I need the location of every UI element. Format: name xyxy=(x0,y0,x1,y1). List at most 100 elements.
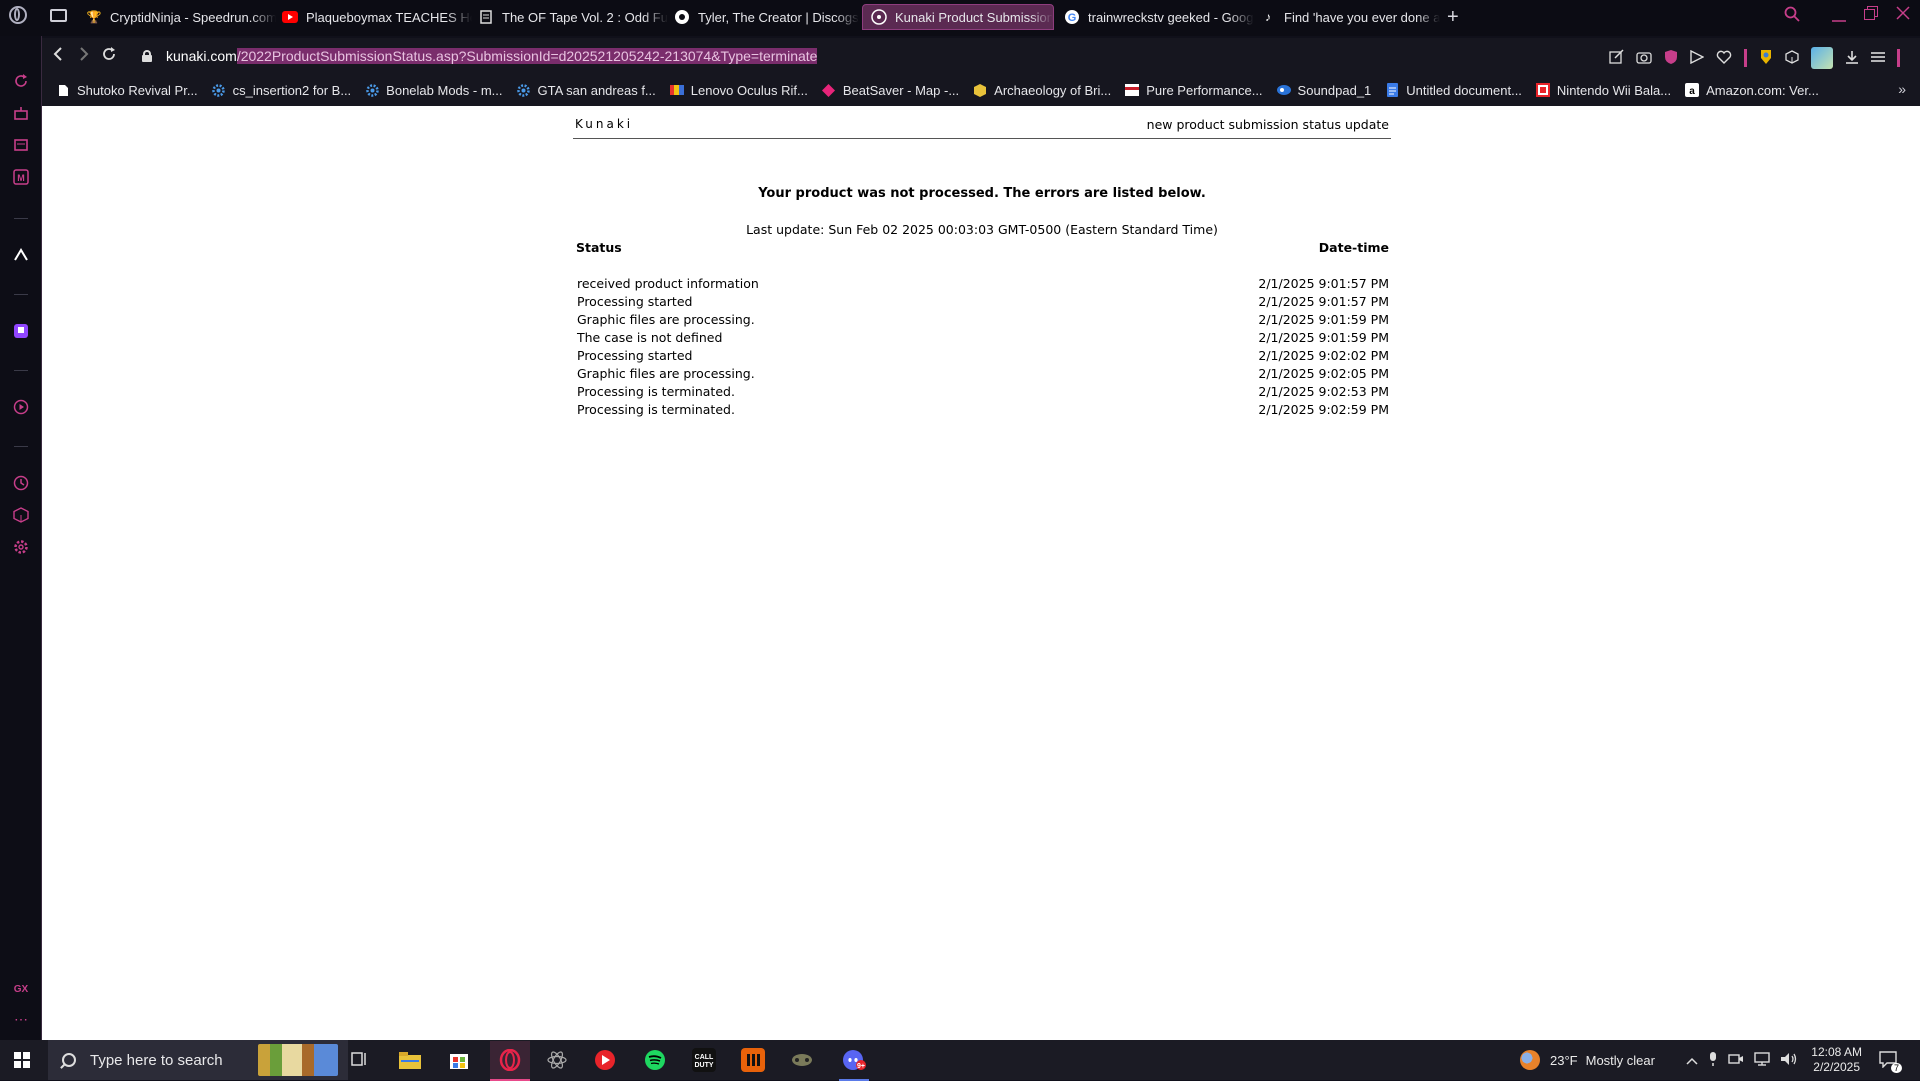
amazon-icon: a xyxy=(1685,83,1700,97)
tab-islands-icon[interactable] xyxy=(50,9,67,22)
call-of-duty-icon[interactable]: CALL DUTY xyxy=(692,1048,716,1072)
youtube-music-icon[interactable] xyxy=(593,1048,617,1072)
black-ops-icon[interactable] xyxy=(741,1048,765,1072)
temperature: 23°F xyxy=(1550,1052,1578,1068)
history-icon[interactable] xyxy=(12,474,30,492)
extension-badge-icon[interactable] xyxy=(1759,49,1773,68)
tab-tiktok[interactable]: ♪ Find 'have you ever done a xyxy=(1260,4,1440,30)
taskbar-clock[interactable]: 12:08 AM 2/2/2025 xyxy=(1811,1045,1862,1075)
bookmark-item[interactable]: a Amazon.com: Ver... xyxy=(1685,83,1819,98)
opera-gx-logo-icon[interactable] xyxy=(9,6,27,24)
reload-button[interactable] xyxy=(102,47,116,66)
sidebar-more-icon[interactable]: ⋯ xyxy=(12,1010,30,1028)
tab-kunaki[interactable]: Kunaki Product Submission xyxy=(862,4,1054,30)
tab-odd-future[interactable]: The OF Tape Vol. 2 : Odd Future xyxy=(478,4,668,30)
nintendo-icon xyxy=(1535,83,1550,97)
microphone-icon[interactable] xyxy=(1708,1051,1718,1070)
tab-youtube[interactable]: Plaqueboymax TEACHES How To Make xyxy=(282,4,472,30)
system-tray xyxy=(1686,1040,1798,1080)
bookmark-item[interactable]: Shutoko Revival Pr... xyxy=(56,83,198,98)
discogs-icon xyxy=(674,9,690,25)
camera-tray-icon[interactable] xyxy=(1728,1052,1744,1069)
menu-icon[interactable] xyxy=(1871,50,1885,66)
bookmark-item[interactable]: Untitled document... xyxy=(1385,83,1522,98)
svg-text:CALL: CALL xyxy=(695,1054,714,1061)
vpn-shield-icon[interactable] xyxy=(1664,49,1678,68)
download-icon[interactable] xyxy=(1845,50,1859,67)
error-message: Your product was not processed. The erro… xyxy=(758,186,1206,201)
svg-text:DUTY: DUTY xyxy=(694,1062,713,1069)
gx-label[interactable]: GX xyxy=(12,980,30,998)
tab-speedrun[interactable]: 🏆 CryptidNinja - Speedrun.com xyxy=(86,4,276,30)
sidebar-separator xyxy=(14,218,28,219)
taskbar: Type here to search CALL DUTY 9+ 23°F Mos… xyxy=(0,1040,1920,1081)
bookmark-item[interactable]: Pure Performance... xyxy=(1125,83,1263,98)
chevron-up-icon[interactable] xyxy=(1686,1053,1698,1068)
discord-icon[interactable]: 9+ xyxy=(839,1041,869,1081)
edit-icon[interactable] xyxy=(1609,49,1624,67)
m-icon[interactable]: M xyxy=(12,168,30,186)
url-field[interactable]: kunaki.com/2022ProductSubmissionStatus.a… xyxy=(142,46,818,66)
books-widget-icon xyxy=(258,1044,338,1076)
flag-icon xyxy=(669,83,684,97)
tab-google[interactable]: G trainwreckstv geeked - Google xyxy=(1064,4,1254,30)
table-row: received product information 2/1/2025 9:0… xyxy=(577,276,1389,291)
bookmark-item[interactable]: Soundpad_1 xyxy=(1276,83,1371,98)
back-button[interactable] xyxy=(52,47,64,66)
send-icon[interactable] xyxy=(1690,49,1705,67)
microsoft-store-icon[interactable] xyxy=(447,1048,471,1072)
brand-logo[interactable]: Kunaki xyxy=(575,117,633,131)
robot-icon[interactable] xyxy=(12,104,30,122)
address-bar-tools xyxy=(1609,47,1900,69)
settings-gear-icon[interactable] xyxy=(12,538,30,556)
svg-text:a: a xyxy=(1689,86,1695,97)
network-icon[interactable] xyxy=(1754,1051,1770,1069)
profile-avatar-icon[interactable] xyxy=(1811,47,1833,69)
restore-icon[interactable] xyxy=(1864,6,1878,25)
messenger-icon[interactable] xyxy=(12,136,30,154)
bookmark-item[interactable]: BeatSaver - Map -... xyxy=(822,83,959,98)
extensions-cube-icon[interactable] xyxy=(12,506,30,524)
url-host: kunaki.com xyxy=(166,48,237,64)
weather-widget[interactable]: 23°F Mostly clear xyxy=(1520,1040,1655,1080)
clock-date: 2/2/2025 xyxy=(1813,1060,1860,1074)
taskbar-search[interactable]: Type here to search xyxy=(48,1040,348,1080)
forward-button[interactable] xyxy=(78,47,90,66)
divider-icon xyxy=(1744,49,1747,67)
sidebar-separator xyxy=(14,370,28,371)
heart-icon[interactable] xyxy=(1716,50,1732,67)
search-tabs-icon[interactable] xyxy=(1784,6,1800,27)
game-launcher-icon[interactable] xyxy=(790,1048,814,1072)
table-row: The case is not defined 2/1/2025 9:01:59 … xyxy=(577,330,1389,345)
bookmark-item[interactable]: Nintendo Wii Bala... xyxy=(1535,83,1671,98)
refresh-icon[interactable] xyxy=(12,72,30,90)
notification-center[interactable]: 7 xyxy=(1878,1040,1902,1080)
file-explorer-icon[interactable] xyxy=(398,1048,422,1072)
bookmark-item[interactable]: cs_insertion2 for B... xyxy=(212,83,351,98)
spotify-icon[interactable] xyxy=(643,1048,667,1072)
bookmark-item[interactable]: Lenovo Oculus Rif... xyxy=(669,83,808,98)
task-view-icon[interactable] xyxy=(348,1048,372,1072)
react-app-icon[interactable] xyxy=(545,1048,569,1072)
twitch-icon[interactable] xyxy=(12,322,30,340)
player-icon[interactable] xyxy=(12,398,30,416)
search-icon xyxy=(62,1053,76,1067)
bookmarks-more-icon[interactable]: » xyxy=(1898,81,1906,97)
tab-discogs[interactable]: Tyler, The Creator | Discogs xyxy=(674,4,864,30)
bookmark-item[interactable]: GTA san andreas f... xyxy=(517,83,656,98)
minimize-icon[interactable] xyxy=(1832,10,1846,28)
table-row: Processing is terminated. 2/1/2025 9:02:5… xyxy=(577,384,1389,399)
gear-icon xyxy=(212,83,226,97)
opera-gx-taskbar-icon[interactable] xyxy=(490,1041,530,1081)
bookmark-item[interactable]: Bonelab Mods - m... xyxy=(365,83,503,98)
new-tab-button[interactable]: + xyxy=(1447,7,1459,27)
volume-icon[interactable] xyxy=(1780,1052,1798,1069)
windows-start-icon[interactable] xyxy=(14,1052,30,1068)
arc-icon[interactable] xyxy=(12,246,30,264)
camera-icon[interactable] xyxy=(1636,50,1652,67)
bookmark-item[interactable]: Archaeology of Bri... xyxy=(973,83,1111,98)
svg-text:9+: 9+ xyxy=(857,1063,865,1070)
table-row: Graphic files are processing. 2/1/2025 9:… xyxy=(577,312,1389,327)
cube-icon[interactable] xyxy=(1785,49,1799,67)
close-icon[interactable] xyxy=(1896,6,1910,25)
